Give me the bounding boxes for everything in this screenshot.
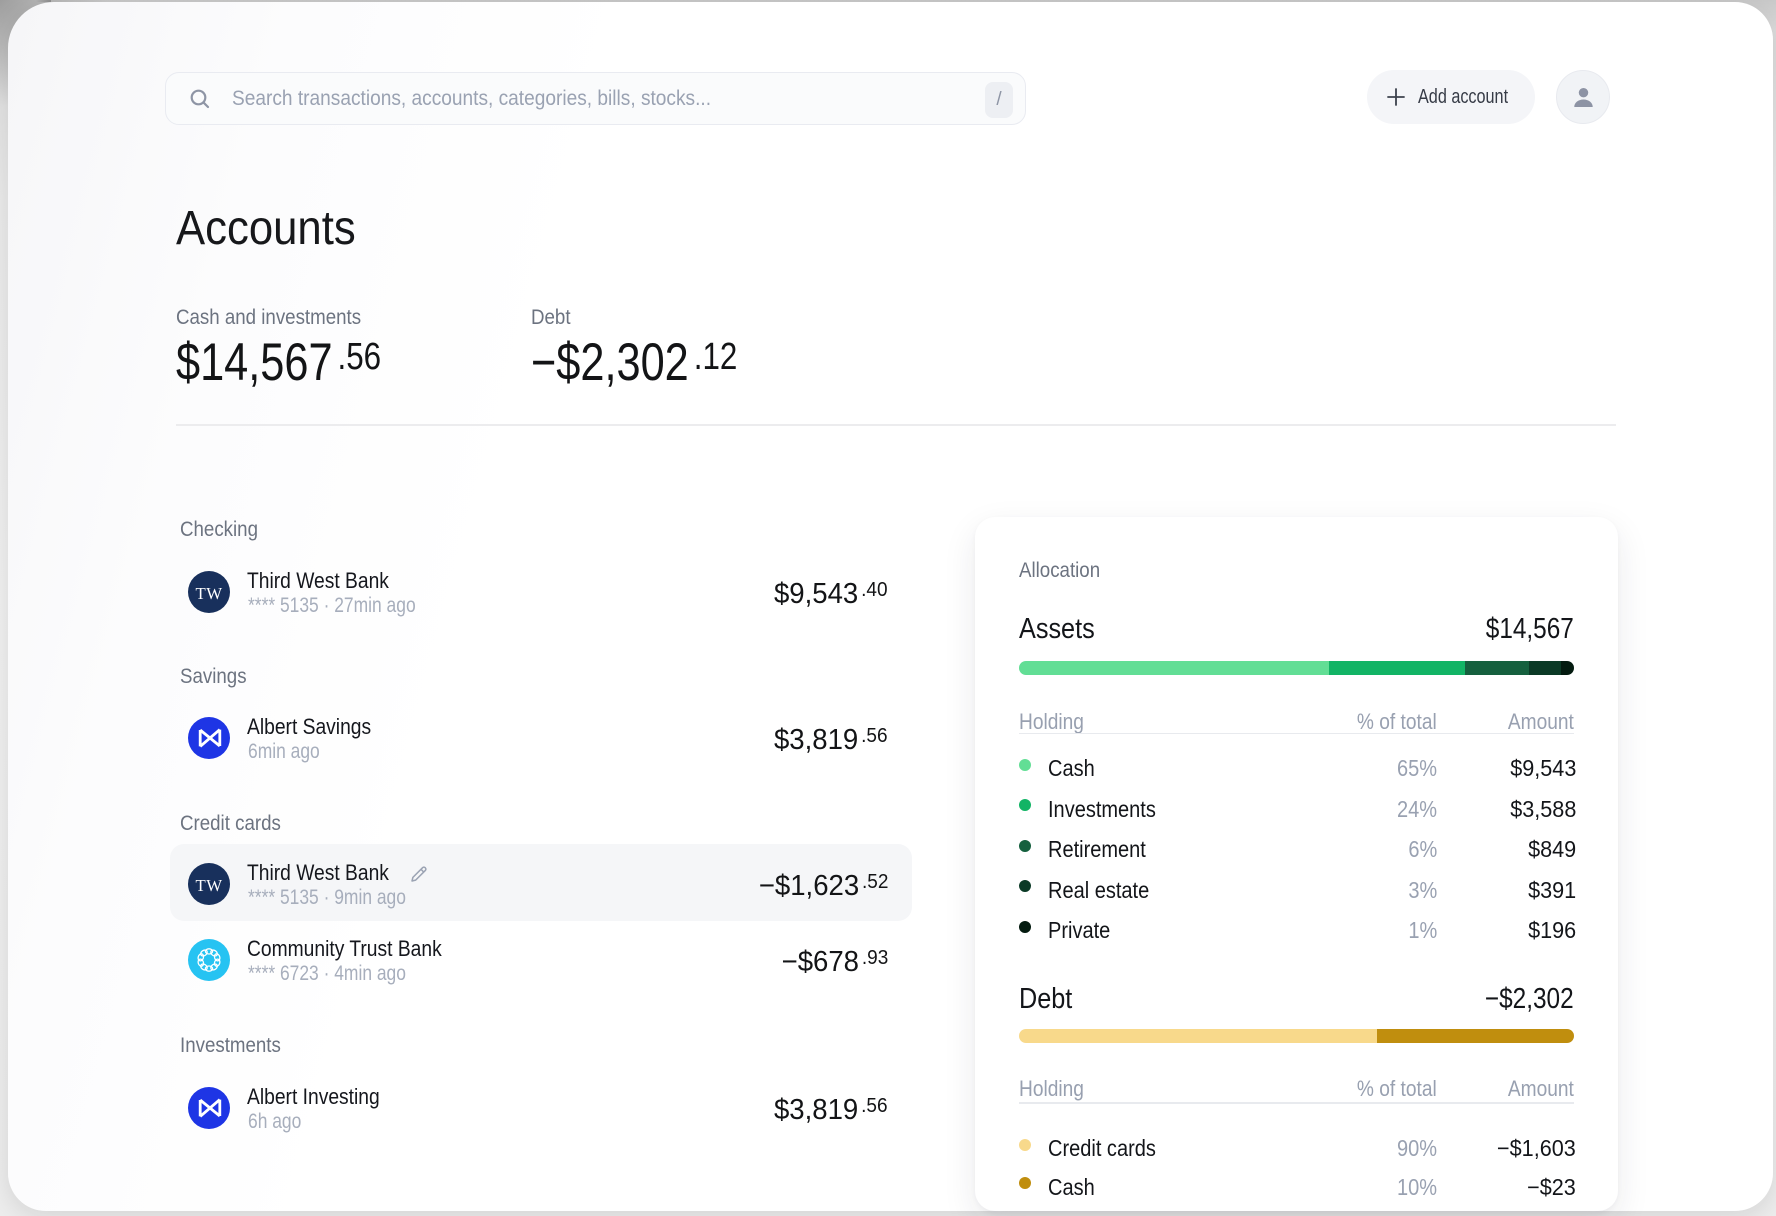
svg-text:TW: TW bbox=[196, 876, 223, 895]
svg-text:TW: TW bbox=[196, 584, 223, 603]
